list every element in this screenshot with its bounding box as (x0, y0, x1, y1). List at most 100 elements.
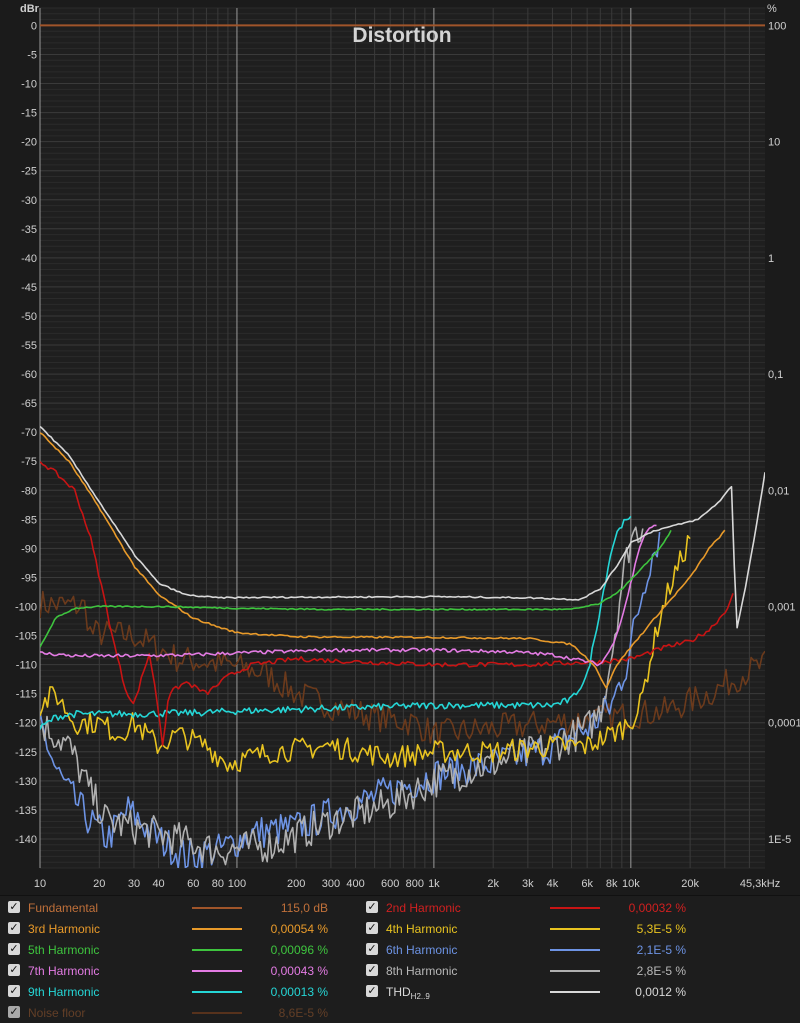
x-tick-label: 30 (128, 878, 140, 890)
y-tick-label: -45 (21, 282, 37, 294)
y-tick-label: -140 (15, 834, 37, 846)
legend-panel: ✓ Fundamental 115,0 dB ✓ 2nd Harmonic 0,00032… (0, 895, 800, 1023)
legend-item-value: 0,00043 % (270, 964, 328, 978)
y-right-tick-label: 0,0001 (768, 718, 800, 730)
legend-item-value: 0,00096 % (270, 943, 328, 957)
x-tick-label: 8k (606, 878, 618, 890)
x-tick-label: 45,3kHz (740, 878, 780, 890)
legend-item-value: 115,0 dB (280, 901, 328, 915)
x-tick-label: 300 (322, 878, 340, 890)
y-tick-label: -120 (15, 718, 37, 730)
legend-name-text: 4th Harmonic (386, 922, 458, 936)
legend-checkbox[interactable]: ✓ (8, 922, 20, 934)
legend-checkbox[interactable]: ✓ (366, 964, 378, 976)
y-tick-label: -110 (16, 660, 37, 672)
legend-item-noise-floor[interactable]: ✓ Noise floor 8,6E-5 % (8, 1003, 358, 1023)
x-tick-label: 100 (228, 878, 246, 890)
legend-name-text: 3rd Harmonic (28, 922, 101, 936)
legend-name-text: 5th Harmonic (28, 943, 100, 957)
legend-name-text: 9th Harmonic (28, 985, 100, 999)
x-tick-label: 40 (152, 878, 164, 890)
legend-name-text: Fundamental (28, 901, 99, 915)
legend-checkbox[interactable]: ✓ (8, 943, 20, 955)
chart-svg: dBr % 0 -5 -10 -15 -20 -25 -30 -35 -40 -45 -50 -55 -60… (15, 3, 800, 890)
y-tick-label: -5 (27, 49, 37, 61)
legend-swatch-line (192, 949, 242, 951)
legend-item-name: Noise floor (28, 1003, 85, 1023)
legend-swatch-line (550, 928, 600, 930)
y-right-tick-label: 10 (768, 137, 780, 149)
legend-swatch-line (192, 907, 242, 909)
y-right-tick-label: 0,001 (768, 602, 796, 614)
y-tick-label: -10 (21, 79, 37, 91)
y-tick-label: -125 (15, 747, 37, 759)
legend-item-6th-harmonic[interactable]: ✓ 6th Harmonic 2,1E-5 % (366, 940, 716, 960)
y-tick-label: -70 (21, 427, 37, 439)
legend-item-fundamental[interactable]: ✓ Fundamental 115,0 dB (8, 898, 358, 918)
legend-item-name: Fundamental (28, 898, 98, 918)
y-tick-label: -40 (21, 253, 37, 265)
legend-item-thd[interactable]: ✓ THDH2..9 0,0012 % (366, 982, 716, 1002)
legend-swatch-line (550, 907, 600, 909)
legend-item-3rd-harmonic[interactable]: ✓ 3rd Harmonic 0,00054 % (8, 919, 358, 939)
y-tick-label: -20 (21, 137, 37, 149)
x-tick-label: 6k (581, 878, 593, 890)
legend-checkbox[interactable]: ✓ (8, 964, 20, 976)
legend-item-name: THDH2..9 (386, 982, 430, 1007)
legend-checkbox[interactable]: ✓ (8, 985, 20, 997)
x-tick-label: 200 (287, 878, 305, 890)
legend-name-text: 6th Harmonic (386, 943, 458, 957)
legend-item-4th-harmonic[interactable]: ✓ 4th Harmonic 5,3E-5 % (366, 919, 716, 939)
y-right-tick-label: 0,1 (768, 369, 783, 381)
legend-item-name: 6th Harmonic (386, 940, 457, 960)
legend-swatch-line (192, 928, 242, 930)
legend-item-2nd-harmonic[interactable]: ✓ 2nd Harmonic 0,00032 % (366, 898, 716, 918)
legend-checkbox[interactable]: ✓ (8, 1006, 20, 1018)
legend-item-7th-harmonic[interactable]: ✓ 7th Harmonic 0,00043 % (8, 961, 358, 981)
legend-checkbox[interactable]: ✓ (366, 943, 378, 955)
legend-item-value: 2,8E-5 % (636, 964, 686, 978)
legend-checkbox[interactable]: ✓ (8, 901, 20, 913)
x-tick-label: 10k (622, 878, 640, 890)
legend-item-9th-harmonic[interactable]: ✓ 9th Harmonic 0,00013 % (8, 982, 358, 1002)
legend-swatch-line (192, 1012, 242, 1014)
chart-title: Distortion (352, 24, 451, 47)
y-tick-label: -100 (15, 602, 37, 614)
legend-item-name: 5th Harmonic (28, 940, 99, 960)
legend-item-value: 0,0012 % (635, 985, 686, 999)
legend-checkbox[interactable]: ✓ (366, 985, 378, 997)
legend-swatch-line (192, 970, 242, 972)
legend-item-value: 5,3E-5 % (636, 922, 686, 936)
legend-name-text: Noise floor (28, 1006, 86, 1020)
y-right-tick-label: 100 (768, 20, 786, 32)
distortion-chart: dBr% 0 -5 -10 -15 -20 -25 -30 -35 -40 -45 -50 -55 -60… (0, 0, 800, 895)
x-tick-label: 400 (346, 878, 364, 890)
y-tick-label: -50 (21, 311, 37, 323)
legend-swatch-line (550, 949, 600, 951)
y-tick-label: -30 (21, 195, 37, 207)
x-tick-label: 80 (212, 878, 224, 890)
legend-checkbox[interactable]: ✓ (366, 922, 378, 934)
y-tick-label: -95 (21, 572, 37, 584)
legend-item-value: 0,00054 % (270, 922, 328, 936)
x-tick-label: 2k (487, 878, 499, 890)
legend-item-name: 3rd Harmonic (28, 919, 100, 939)
legend-item-5th-harmonic[interactable]: ✓ 5th Harmonic 0,00096 % (8, 940, 358, 960)
y-right-tick-label: 0,01 (768, 485, 789, 497)
x-tick-label: 60 (187, 878, 199, 890)
legend-item-8th-harmonic[interactable]: ✓ 8th Harmonic 2,8E-5 % (366, 961, 716, 981)
legend-name-text: 7th Harmonic (28, 964, 100, 978)
legend-checkbox[interactable]: ✓ (366, 901, 378, 913)
y-tick-label: 0 (31, 20, 37, 32)
legend-name-subscript: H2..9 (410, 992, 430, 1001)
y-tick-label: -15 (21, 108, 37, 120)
y-axis-left-label: dBr (20, 3, 40, 15)
y-tick-label: -25 (21, 166, 37, 178)
y-tick-label: -75 (21, 456, 37, 468)
legend-item-value: 0,00032 % (628, 901, 686, 915)
y-tick-label: -85 (21, 514, 37, 526)
legend-name-text: 2nd Harmonic (386, 901, 461, 915)
x-tick-label: 1k (428, 878, 440, 890)
x-tick-label: 600 (381, 878, 399, 890)
legend-item-name: 8th Harmonic (386, 961, 457, 981)
